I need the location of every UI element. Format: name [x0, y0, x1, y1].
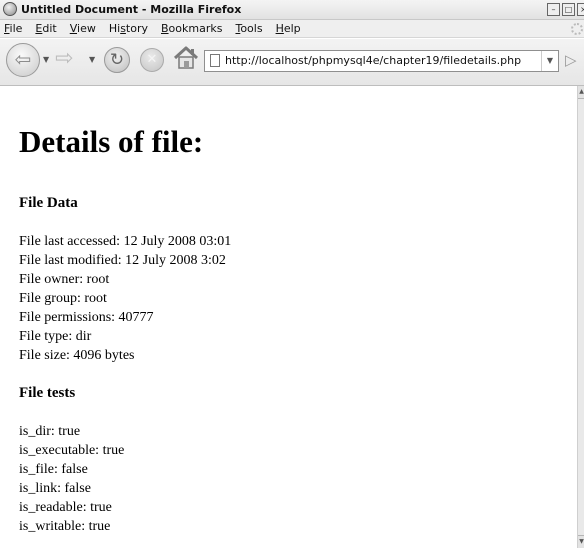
forward-history-dropdown-icon[interactable]: ▼	[89, 55, 95, 64]
file-test-line: is_dir: true	[19, 424, 81, 439]
vertical-scrollbar[interactable]: ▲ ▼	[577, 86, 584, 548]
home-icon[interactable]	[172, 44, 200, 72]
file-tests-heading: File tests	[19, 385, 76, 401]
menu-edit[interactable]: Edit	[35, 22, 56, 35]
file-data-line: File last accessed: 12 July 2008 03:01	[19, 234, 232, 249]
menu-bar: File Edit View History Bookmarks Tools H…	[0, 20, 584, 38]
scroll-up-icon[interactable]: ▲	[578, 86, 584, 99]
window-title: Untitled Document - Mozilla Firefox	[21, 3, 242, 16]
menu-history[interactable]: History	[109, 22, 148, 35]
menu-view[interactable]: View	[70, 22, 96, 35]
url-text[interactable]: http://localhost/phpmysql4e/chapter19/fi…	[225, 54, 521, 67]
menu-access-key: H	[275, 22, 284, 35]
close-icon[interactable]: ×	[577, 3, 584, 16]
file-data-heading: File Data	[19, 195, 78, 211]
url-history-dropdown-icon[interactable]: ▼	[541, 51, 558, 71]
file-test-line: is_writable: true	[19, 519, 111, 534]
file-data-line: File group: root	[19, 291, 107, 306]
file-test-line: is_file: false	[19, 462, 88, 477]
firefox-icon	[3, 2, 17, 16]
maximize-icon[interactable]: □	[562, 3, 575, 16]
file-test-line: is_link: false	[19, 481, 91, 496]
back-arrow-icon[interactable]: ⇦	[6, 43, 40, 77]
file-data-line: File last modified: 12 July 2008 3:02	[19, 253, 226, 268]
browser-window: Untitled Document - Mozilla Firefox – □ …	[0, 0, 584, 548]
throbber-icon	[571, 23, 583, 35]
file-data-line: File type: dir	[19, 329, 92, 344]
go-arrow-icon[interactable]: ▷	[565, 51, 577, 69]
scroll-thumb[interactable]	[578, 99, 584, 536]
file-data-line: File owner: root	[19, 272, 110, 287]
menu-access-key: T	[235, 22, 241, 35]
forward-arrow-icon[interactable]: ⇨	[55, 48, 73, 70]
menu-bookmarks[interactable]: Bookmarks	[161, 22, 222, 35]
page-title: Details of file:	[19, 124, 204, 159]
menu-access-key: E	[35, 22, 43, 35]
menu-access-key: F	[4, 22, 10, 35]
menu-help[interactable]: Help	[276, 22, 301, 35]
title-bar: Untitled Document - Mozilla Firefox – □ …	[0, 0, 584, 20]
menu-tools[interactable]: Tools	[235, 22, 262, 35]
url-bar[interactable]: http://localhost/phpmysql4e/chapter19/fi…	[204, 50, 559, 72]
minimize-icon[interactable]: –	[547, 3, 560, 16]
page-content: Details of file: File Data File last acc…	[0, 86, 576, 548]
menu-access-key: B	[161, 22, 169, 35]
file-test-line: is_executable: true	[19, 443, 125, 458]
back-history-dropdown-icon[interactable]: ▼	[43, 55, 49, 64]
file-data-line: File size: 4096 bytes	[19, 348, 135, 363]
navigation-toolbar: ⇦ ▼ ⇨ ▼ ↻ ✕ http://localhost/phpmysql4e/…	[0, 39, 584, 86]
reload-icon[interactable]: ↻	[104, 47, 130, 73]
file-test-line: is_readable: true	[19, 500, 112, 515]
stop-icon[interactable]: ✕	[140, 48, 164, 72]
window-controls: – □ ×	[547, 3, 584, 16]
menu-access-key: s	[120, 22, 126, 35]
menu-access-key: V	[69, 22, 78, 35]
scroll-down-icon[interactable]: ▼	[578, 535, 584, 548]
menu-file[interactable]: File	[4, 22, 22, 35]
page-icon	[210, 54, 220, 67]
file-data-line: File permissions: 40777	[19, 310, 154, 325]
